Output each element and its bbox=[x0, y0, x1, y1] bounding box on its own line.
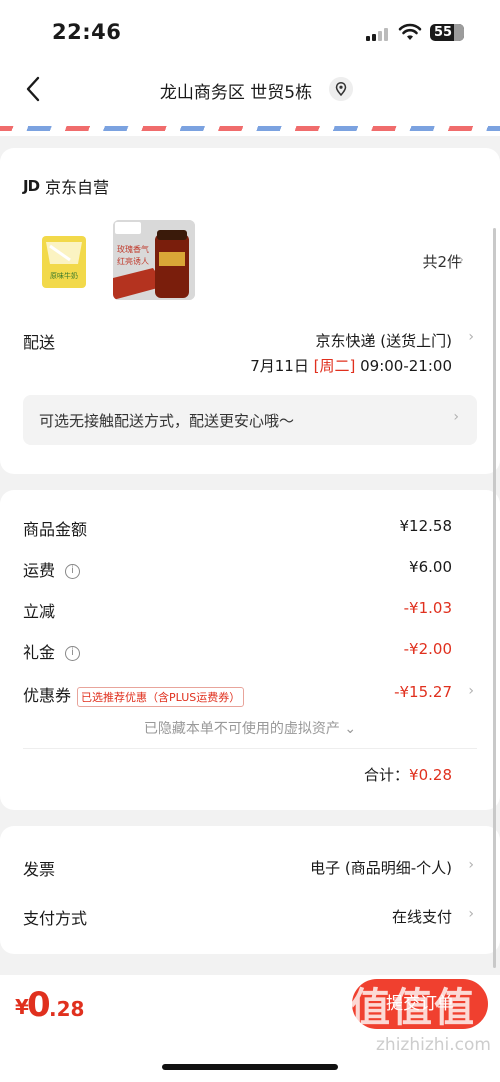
delivery-method[interactable]: 京东快递 (送货上门) bbox=[316, 330, 452, 351]
sauce-jar-image: 玫瑰香气 红亮诱人 bbox=[113, 220, 195, 300]
price-decimal: .28 bbox=[49, 997, 85, 1021]
delivery-window: 09:00-21:00 bbox=[360, 357, 452, 375]
price-breakdown-card: 商品金额 ¥12.58 运费 i ¥6.00 立减 -¥1.03 礼金 i -¥2.… bbox=[0, 490, 500, 810]
nav-bar: 龙山商务区 世贸5栋 bbox=[0, 60, 500, 122]
total-row: 合计：¥0.28 bbox=[364, 764, 452, 785]
location-pin-icon[interactable] bbox=[329, 77, 353, 101]
payment-value[interactable]: 在线支付 bbox=[392, 906, 452, 927]
invoice-payment-card: 发票 电子 (商品明细-个人) › 支付方式 在线支付 › bbox=[0, 826, 500, 954]
airmail-stripe bbox=[0, 122, 500, 136]
watermark-url: zhizhizhi.com bbox=[376, 1035, 491, 1055]
tip-text: 可选无接触配送方式，配送更安心哦～ bbox=[39, 412, 295, 430]
address-title[interactable]: 龙山商务区 世贸5栋 bbox=[0, 78, 500, 103]
home-indicator[interactable] bbox=[162, 1064, 338, 1070]
order-items-card: JD 京东自营 原味牛奶 玫瑰香气 红亮诱人 共2件 › 配送 京东快递 (送货… bbox=[0, 148, 500, 474]
invoice-value[interactable]: 电子 (商品明细-个人) bbox=[310, 857, 452, 878]
shipping-label: 运费 bbox=[23, 561, 56, 580]
checkout-bar: ¥ 0 .28 提交订单 值值值 zhizhizhi.com bbox=[0, 975, 500, 1082]
product-2-line1: 玫瑰香气 bbox=[117, 244, 149, 254]
status-bar: 22:46 55 bbox=[0, 0, 500, 60]
signal-icon bbox=[366, 27, 390, 41]
total-label: 合计： bbox=[364, 766, 410, 784]
gift-money-value: -¥2.00 bbox=[403, 640, 452, 658]
goods-amount-label: 商品金额 bbox=[23, 520, 88, 539]
shop-name: 京东自营 bbox=[45, 178, 110, 197]
status-time: 22:46 bbox=[52, 20, 122, 44]
payment-label: 支付方式 bbox=[23, 909, 88, 928]
chevron-right-icon: › bbox=[453, 409, 459, 425]
invoice-label: 发票 bbox=[23, 860, 56, 879]
chevron-right-icon: › bbox=[468, 857, 474, 873]
instant-discount-value: -¥1.03 bbox=[403, 599, 452, 617]
chevron-right-icon: › bbox=[468, 329, 474, 345]
jd-logo-icon: JD bbox=[23, 177, 40, 195]
battery-icon: 55 bbox=[430, 24, 464, 41]
divider bbox=[23, 748, 477, 749]
total-value: ¥0.28 bbox=[409, 766, 452, 784]
shipping-value: ¥6.00 bbox=[409, 558, 452, 576]
coupon-label: 优惠券 bbox=[23, 686, 72, 705]
price-integer: 0 bbox=[27, 985, 51, 1025]
product-thumbnail-sauce[interactable]: 玫瑰香气 红亮诱人 bbox=[113, 220, 195, 300]
goods-amount-value: ¥12.58 bbox=[399, 517, 453, 535]
wifi-icon bbox=[398, 23, 422, 40]
info-icon[interactable]: i bbox=[65, 564, 81, 579]
delivery-label: 配送 bbox=[23, 333, 56, 352]
info-icon[interactable]: i bbox=[65, 646, 81, 661]
contactless-delivery-tip[interactable]: 可选无接触配送方式，配送更安心哦～ › bbox=[23, 395, 477, 445]
coupon-tag: 已选推荐优惠（含PLUS运费券） bbox=[77, 686, 245, 707]
product-1-label: 原味牛奶 bbox=[50, 271, 78, 280]
delivery-weekday: [周二] bbox=[313, 357, 356, 375]
product-thumbnail-milk[interactable]: 原味牛奶 bbox=[40, 232, 88, 290]
gift-money-row: 礼金 i bbox=[23, 639, 81, 663]
delivery-time[interactable]: 7月11日 [周二] 09:00-21:00 bbox=[250, 355, 452, 376]
chevron-right-icon: › bbox=[468, 683, 474, 699]
watermark-logo: 值值值 bbox=[350, 985, 476, 1031]
scrollbar[interactable] bbox=[493, 228, 496, 968]
item-count[interactable]: 共2件 bbox=[422, 251, 462, 272]
chevron-right-icon: › bbox=[468, 906, 474, 922]
battery-level: 55 bbox=[433, 25, 453, 40]
chevron-right-icon: › bbox=[458, 252, 464, 268]
coupon-value[interactable]: -¥15.27 bbox=[394, 683, 452, 701]
shipping-fee-row: 运费 i bbox=[23, 557, 81, 581]
instant-discount-label: 立减 bbox=[23, 602, 56, 621]
gift-money-label: 礼金 bbox=[23, 643, 56, 662]
product-2-line2: 红亮诱人 bbox=[117, 256, 149, 266]
shop-header: JD 京东自营 bbox=[23, 174, 109, 198]
hidden-assets-toggle[interactable]: 已隐藏本单不可使用的虚拟资产 ⌄ bbox=[0, 718, 500, 738]
coupon-row[interactable]: 优惠券 已选推荐优惠（含PLUS运费券） bbox=[23, 682, 245, 707]
delivery-date: 7月11日 bbox=[250, 357, 309, 375]
